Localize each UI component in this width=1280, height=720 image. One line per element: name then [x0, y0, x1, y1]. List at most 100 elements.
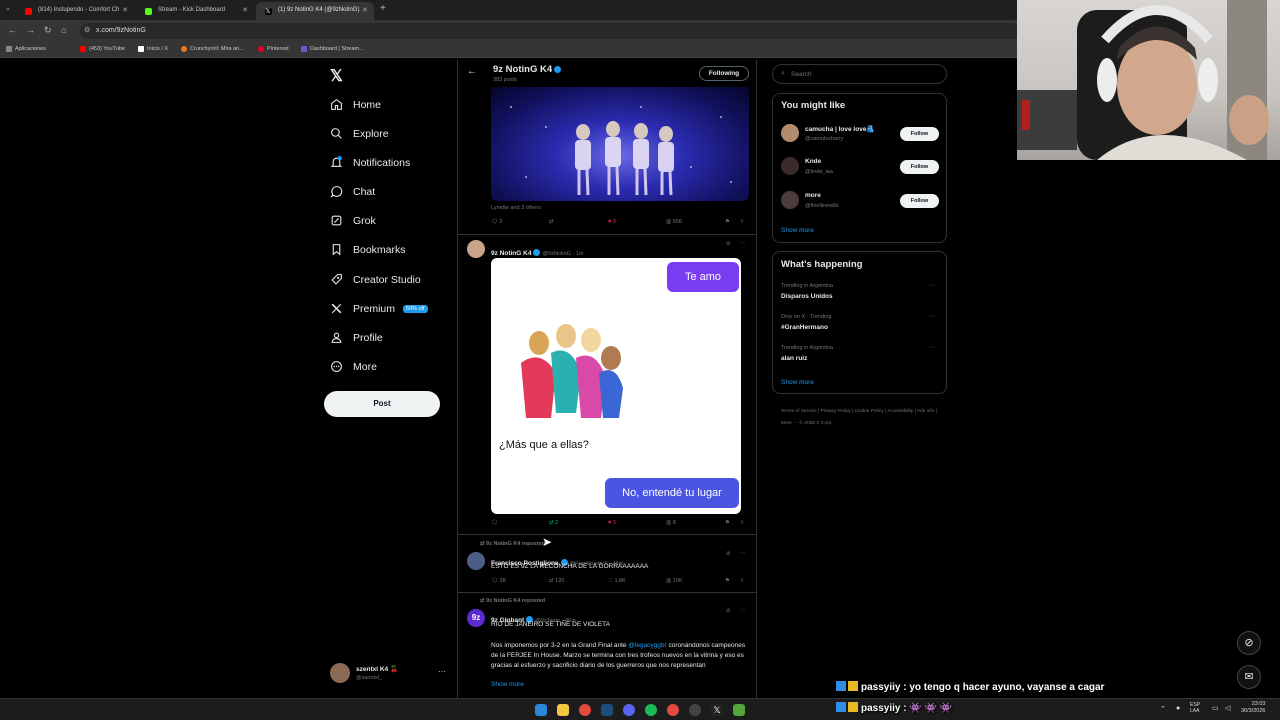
obs-icon[interactable] — [689, 704, 701, 716]
footer-link[interactable]: Privacy Policy — [821, 409, 851, 414]
follow-button[interactable]: Follow — [900, 160, 939, 174]
reply-button[interactable]: 🗨 38 — [491, 578, 506, 584]
user-name[interactable]: camucha | love love🫂 — [805, 125, 875, 133]
post-image[interactable] — [491, 87, 749, 201]
messages-floating-icon[interactable]: ✉ — [1237, 665, 1261, 689]
nav-premium[interactable]: Premium 50% off — [330, 302, 428, 322]
bookmark-item[interactable]: Inicio / X — [138, 46, 168, 52]
post-button[interactable]: Post — [324, 391, 440, 417]
chrome-icon[interactable] — [667, 704, 679, 716]
bookmark-item[interactable]: Pinterest — [258, 46, 289, 52]
clock[interactable]: 23:03 30/3/2026 — [1241, 701, 1265, 715]
repost-button[interactable]: ⇄ — [549, 219, 554, 225]
share-icon[interactable]: ⇧ — [740, 219, 745, 225]
discord-icon[interactable] — [623, 704, 635, 716]
like-button[interactable]: ♥ 3 — [608, 520, 616, 526]
steam-icon[interactable] — [601, 704, 613, 716]
views-count[interactable]: ▥ 656 — [666, 219, 682, 225]
forward-icon[interactable]: → — [26, 25, 35, 35]
bookmark-item[interactable]: Dashboard | Stream... — [301, 46, 364, 52]
nav-home[interactable]: Home — [330, 98, 381, 118]
file-explorer-icon[interactable] — [557, 704, 569, 716]
close-tab-icon[interactable]: ✕ — [362, 6, 368, 14]
footer-link[interactable]: Terms of Service — [781, 409, 817, 414]
chrome-icon[interactable] — [579, 704, 591, 716]
footer-link[interactable]: Cookie Policy — [854, 409, 883, 414]
nav-chat[interactable]: Chat — [330, 185, 375, 205]
reply-button[interactable]: 🗨 2 — [491, 219, 503, 225]
avatar[interactable] — [781, 157, 799, 175]
app-icon[interactable] — [733, 704, 745, 716]
grok-floating-icon[interactable]: ⊘ — [1237, 631, 1261, 655]
more-dots-icon[interactable]: ··· — [929, 344, 936, 351]
browser-tab-3[interactable]: 𝕏 (1) 9z NotinG K4 (@9zNotinG) ✕ — [256, 2, 374, 20]
meme-image[interactable]: Te amo ¿Más que a ellas? No, entendé tu … — [491, 258, 741, 514]
follow-button[interactable]: Follow — [900, 127, 939, 141]
show-more-link[interactable]: Show more — [781, 227, 814, 234]
like-button[interactable]: ♡ 1.8K — [608, 578, 626, 584]
repost-button[interactable]: ⇄ 2 — [549, 520, 558, 526]
browser-tab-2[interactable]: Stream - Kick Dashboard ✕ — [136, 2, 254, 20]
nav-bookmarks[interactable]: Bookmarks — [330, 243, 406, 263]
x-logo[interactable]: 𝕏 — [330, 66, 343, 86]
bookmark-icon[interactable]: ⚑ — [725, 219, 730, 225]
grok-analyze-icon[interactable]: ⊘ — [726, 241, 731, 247]
avatar[interactable] — [467, 240, 485, 258]
nav-creator-studio[interactable]: Creator Studio — [330, 273, 421, 293]
account-switcher[interactable]: szentxl K4 🍒 @sanntxl_ ··· — [330, 662, 450, 686]
avatar[interactable] — [781, 124, 799, 142]
more-dots-icon[interactable]: ··· — [740, 550, 746, 556]
show-more-link[interactable]: Show more — [491, 681, 524, 688]
user-name[interactable]: more — [805, 192, 821, 199]
nav-notifications[interactable]: Notifications — [330, 156, 410, 176]
language-indicator[interactable]: ESP LAA — [1190, 702, 1200, 714]
back-arrow-icon[interactable]: ← — [467, 66, 477, 77]
tray-chevron-icon[interactable]: ⌃ — [1160, 705, 1166, 713]
more-dots-icon[interactable]: ··· — [929, 282, 936, 289]
home-icon[interactable]: ⌂ — [61, 25, 66, 35]
reload-icon[interactable]: ↻ — [44, 25, 52, 36]
views-count[interactable]: ▥ 10K — [666, 578, 683, 584]
footer-link[interactable]: Accessibility — [887, 409, 913, 414]
views-count[interactable]: ▥ 8 — [666, 520, 676, 526]
avatar[interactable] — [781, 191, 799, 209]
windows-start-icon[interactable] — [535, 704, 547, 716]
bookmark-item[interactable]: Aplicaciones — [6, 46, 46, 52]
site-info-icon[interactable]: ⚙ — [84, 26, 90, 34]
share-icon[interactable]: ⇧ — [740, 578, 745, 584]
following-button[interactable]: Following — [699, 66, 749, 81]
grok-analyze-icon[interactable]: ⊘ — [726, 608, 731, 614]
spotify-icon[interactable] — [645, 704, 657, 716]
nav-profile[interactable]: Profile — [330, 331, 383, 351]
nav-grok[interactable]: Grok — [330, 214, 376, 234]
close-tab-icon[interactable]: ✕ — [122, 6, 128, 14]
bookmark-icon[interactable]: ⚑ — [725, 578, 730, 584]
back-icon[interactable]: ← — [8, 25, 17, 35]
more-dots-icon[interactable]: ··· — [740, 240, 746, 246]
bookmark-icon[interactable]: ⚑ — [725, 520, 730, 526]
repost-button[interactable]: ⇄ 120 — [549, 578, 564, 584]
x-app-icon[interactable]: 𝕏 — [711, 704, 723, 716]
avatar[interactable]: 9z — [467, 609, 485, 627]
nav-explore[interactable]: Explore — [330, 127, 389, 147]
footer-link[interactable]: More ··· — [781, 421, 798, 426]
avatar[interactable] — [467, 552, 485, 570]
mention-link[interactable]: @legacyggbr — [628, 642, 666, 649]
like-button[interactable]: ♥ 3 — [608, 219, 616, 225]
bookmark-item[interactable]: Crunchyroll: Mira an... — [181, 46, 244, 52]
grok-analyze-icon[interactable]: ⊘ — [726, 551, 731, 557]
footer-link[interactable]: Ads info — [917, 409, 934, 414]
close-tab-icon[interactable]: ✕ — [242, 6, 248, 14]
show-more-link[interactable]: Show more — [781, 379, 814, 386]
share-icon[interactable]: ⇧ — [740, 520, 745, 526]
network-icon[interactable]: ▭ — [1212, 704, 1219, 712]
url-field[interactable]: ⚙ x.com/9zNotinG — [80, 23, 1020, 39]
more-dots-icon[interactable]: ··· — [740, 607, 746, 613]
tab-search-icon[interactable]: ⌄ — [5, 4, 11, 12]
reply-button[interactable]: 🗨 — [491, 520, 498, 526]
mic-icon[interactable]: ● — [1176, 705, 1180, 712]
search-input[interactable]: ⌕ Search — [772, 64, 947, 84]
volume-icon[interactable]: ◁ — [1225, 704, 1230, 712]
follow-button[interactable]: Follow — [900, 194, 939, 208]
more-dots-icon[interactable]: ··· — [929, 313, 936, 320]
